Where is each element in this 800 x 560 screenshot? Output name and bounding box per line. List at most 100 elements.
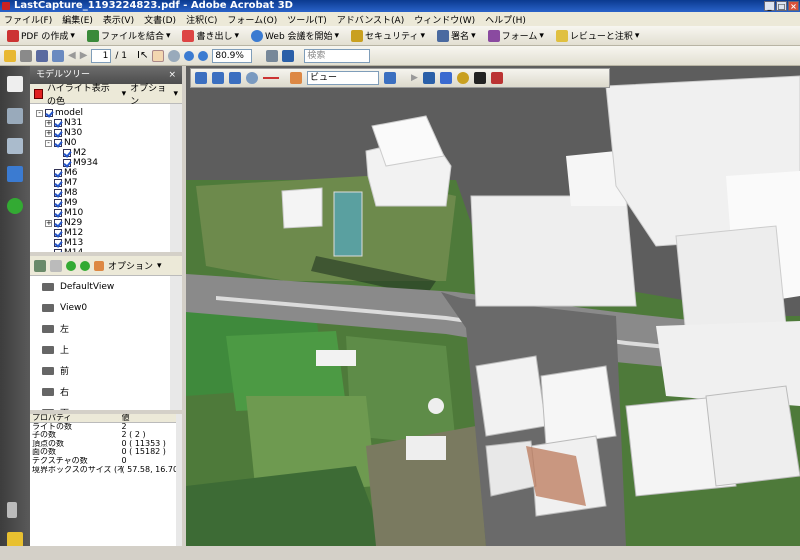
minimize-button[interactable]: _ <box>764 1 775 11</box>
visibility-checkbox[interactable] <box>54 139 62 147</box>
open-folder-icon[interactable] <box>4 49 16 62</box>
tree-node[interactable]: M12 <box>36 228 170 238</box>
tree-node[interactable]: M7 <box>36 178 170 188</box>
zoom-icon[interactable] <box>246 72 258 84</box>
bookmarks-icon[interactable] <box>7 108 23 124</box>
visibility-checkbox[interactable] <box>54 229 62 237</box>
sign-button[interactable]: 署名 ▾ <box>434 29 479 42</box>
menu-document[interactable]: 文書(D) <box>144 13 176 26</box>
tree-node[interactable]: M9 <box>36 198 170 208</box>
visibility-checkbox[interactable] <box>54 169 62 177</box>
expand-toggle-icon[interactable]: + <box>45 119 52 127</box>
home-icon[interactable] <box>94 260 104 271</box>
security-button[interactable]: セキュリティ ▾ <box>348 29 428 42</box>
view-item[interactable]: 右 <box>30 381 170 402</box>
zoom-out-icon[interactable] <box>184 50 195 61</box>
select-tool-icon[interactable]: I↖ <box>137 50 148 61</box>
visibility-checkbox[interactable] <box>54 179 62 187</box>
menu-window[interactable]: ウィンドウ(W) <box>414 13 475 26</box>
view-item[interactable]: DefaultView <box>30 276 170 297</box>
pages-icon[interactable] <box>7 76 23 92</box>
tree-node[interactable]: + N31 <box>36 118 170 128</box>
lighting-icon[interactable] <box>456 72 469 84</box>
visibility-checkbox[interactable] <box>54 129 62 137</box>
review-button[interactable]: レビューと注釈 ▾ <box>553 29 643 42</box>
menu-file[interactable]: ファイル(F) <box>4 13 52 26</box>
highlight-color-swatch[interactable] <box>34 88 43 99</box>
export-button[interactable]: 書き出し ▾ <box>179 29 242 42</box>
print-icon[interactable] <box>20 49 32 62</box>
tree-node[interactable]: M934 <box>36 158 170 168</box>
zoom-in-icon[interactable] <box>198 50 209 61</box>
close-icon[interactable]: × <box>168 66 176 84</box>
menu-view[interactable]: 表示(V) <box>103 13 134 26</box>
view-item[interactable]: 上 <box>30 339 170 360</box>
add-view-icon[interactable] <box>66 260 76 271</box>
highlight-color-label[interactable]: ハイライト表示の色 <box>47 81 118 107</box>
update-view-icon[interactable] <box>80 260 90 271</box>
zoom-level-select[interactable]: 80.9% <box>212 48 253 63</box>
visibility-checkbox[interactable] <box>54 249 62 252</box>
menu-help[interactable]: ヘルプ(H) <box>485 13 526 26</box>
delete-icon[interactable] <box>50 259 62 272</box>
views-options-button[interactable]: オプション <box>108 259 153 272</box>
rotate-icon[interactable] <box>195 72 207 84</box>
zoom-tool-icon[interactable] <box>168 49 181 62</box>
page-number-input[interactable]: 1 <box>91 48 112 63</box>
visibility-checkbox[interactable] <box>54 189 62 197</box>
close-button[interactable]: × <box>788 1 799 11</box>
model-tree-toggle-icon[interactable] <box>384 72 396 84</box>
view-item[interactable]: View0 <box>30 297 170 318</box>
visibility-checkbox[interactable] <box>54 219 62 227</box>
save-icon[interactable] <box>36 49 48 62</box>
tree-options-button[interactable]: オプション <box>130 81 169 107</box>
tree-node[interactable]: - model <box>36 108 170 118</box>
view-item[interactable]: 下 <box>30 402 170 410</box>
tree-node[interactable]: M8 <box>36 188 170 198</box>
view-select[interactable]: ビュー <box>307 71 379 85</box>
attachments-icon[interactable] <box>7 502 17 518</box>
expand-toggle-icon[interactable]: + <box>45 219 52 227</box>
spin-icon[interactable] <box>212 72 224 84</box>
tree-node[interactable]: + N29 <box>36 218 170 228</box>
tree-node[interactable]: M6 <box>36 168 170 178</box>
create-pdf-button[interactable]: PDF の作成 ▾ <box>4 29 78 42</box>
merge-files-button[interactable]: ファイルを結合 ▾ <box>84 29 174 42</box>
prev-page-icon[interactable]: ◀ <box>68 50 76 61</box>
3d-viewport[interactable] <box>186 66 800 546</box>
home-view-icon[interactable] <box>290 72 302 84</box>
menu-tools[interactable]: ツール(T) <box>287 13 327 26</box>
play-icon[interactable]: ▶ <box>411 73 418 83</box>
view-item[interactable]: 前 <box>30 360 170 381</box>
model-tree-icon[interactable] <box>7 166 23 182</box>
visibility-checkbox[interactable] <box>45 109 53 117</box>
tree-node[interactable]: + N30 <box>36 128 170 138</box>
next-page-icon[interactable]: ▶ <box>80 50 88 61</box>
tree-node[interactable]: M14 <box>36 248 170 252</box>
view-item[interactable]: 左 <box>30 318 170 339</box>
tree-node[interactable]: - N0 <box>36 138 170 148</box>
cross-section-icon[interactable] <box>490 72 503 84</box>
web-meeting-button[interactable]: Web 会議を開始 ▾ <box>248 29 342 42</box>
menu-advanced[interactable]: アドバンスト(A) <box>337 13 404 26</box>
visibility-checkbox[interactable] <box>54 209 62 217</box>
hand-tool-icon[interactable] <box>152 49 165 62</box>
expand-toggle-icon[interactable]: + <box>45 129 52 137</box>
background-color-icon[interactable] <box>473 72 486 84</box>
visibility-checkbox[interactable] <box>63 149 71 157</box>
expand-toggle-icon[interactable]: - <box>45 139 52 147</box>
menu-forms[interactable]: フォーム(O) <box>227 13 277 26</box>
projection-icon[interactable] <box>422 72 435 84</box>
tree-node[interactable]: M10 <box>36 208 170 218</box>
visibility-checkbox[interactable] <box>54 119 62 127</box>
menu-comments[interactable]: 注釈(C) <box>186 13 217 26</box>
expand-toggle-icon[interactable]: - <box>36 109 43 117</box>
visibility-checkbox[interactable] <box>63 159 71 167</box>
menu-edit[interactable]: 編集(E) <box>62 13 93 26</box>
search-input[interactable]: 検索 <box>304 48 371 63</box>
forms-button[interactable]: フォーム ▾ <box>485 29 547 42</box>
maximize-button[interactable]: □ <box>776 1 787 11</box>
camera-icon[interactable] <box>34 259 46 272</box>
pan-icon[interactable] <box>229 72 241 84</box>
visibility-checkbox[interactable] <box>54 199 62 207</box>
